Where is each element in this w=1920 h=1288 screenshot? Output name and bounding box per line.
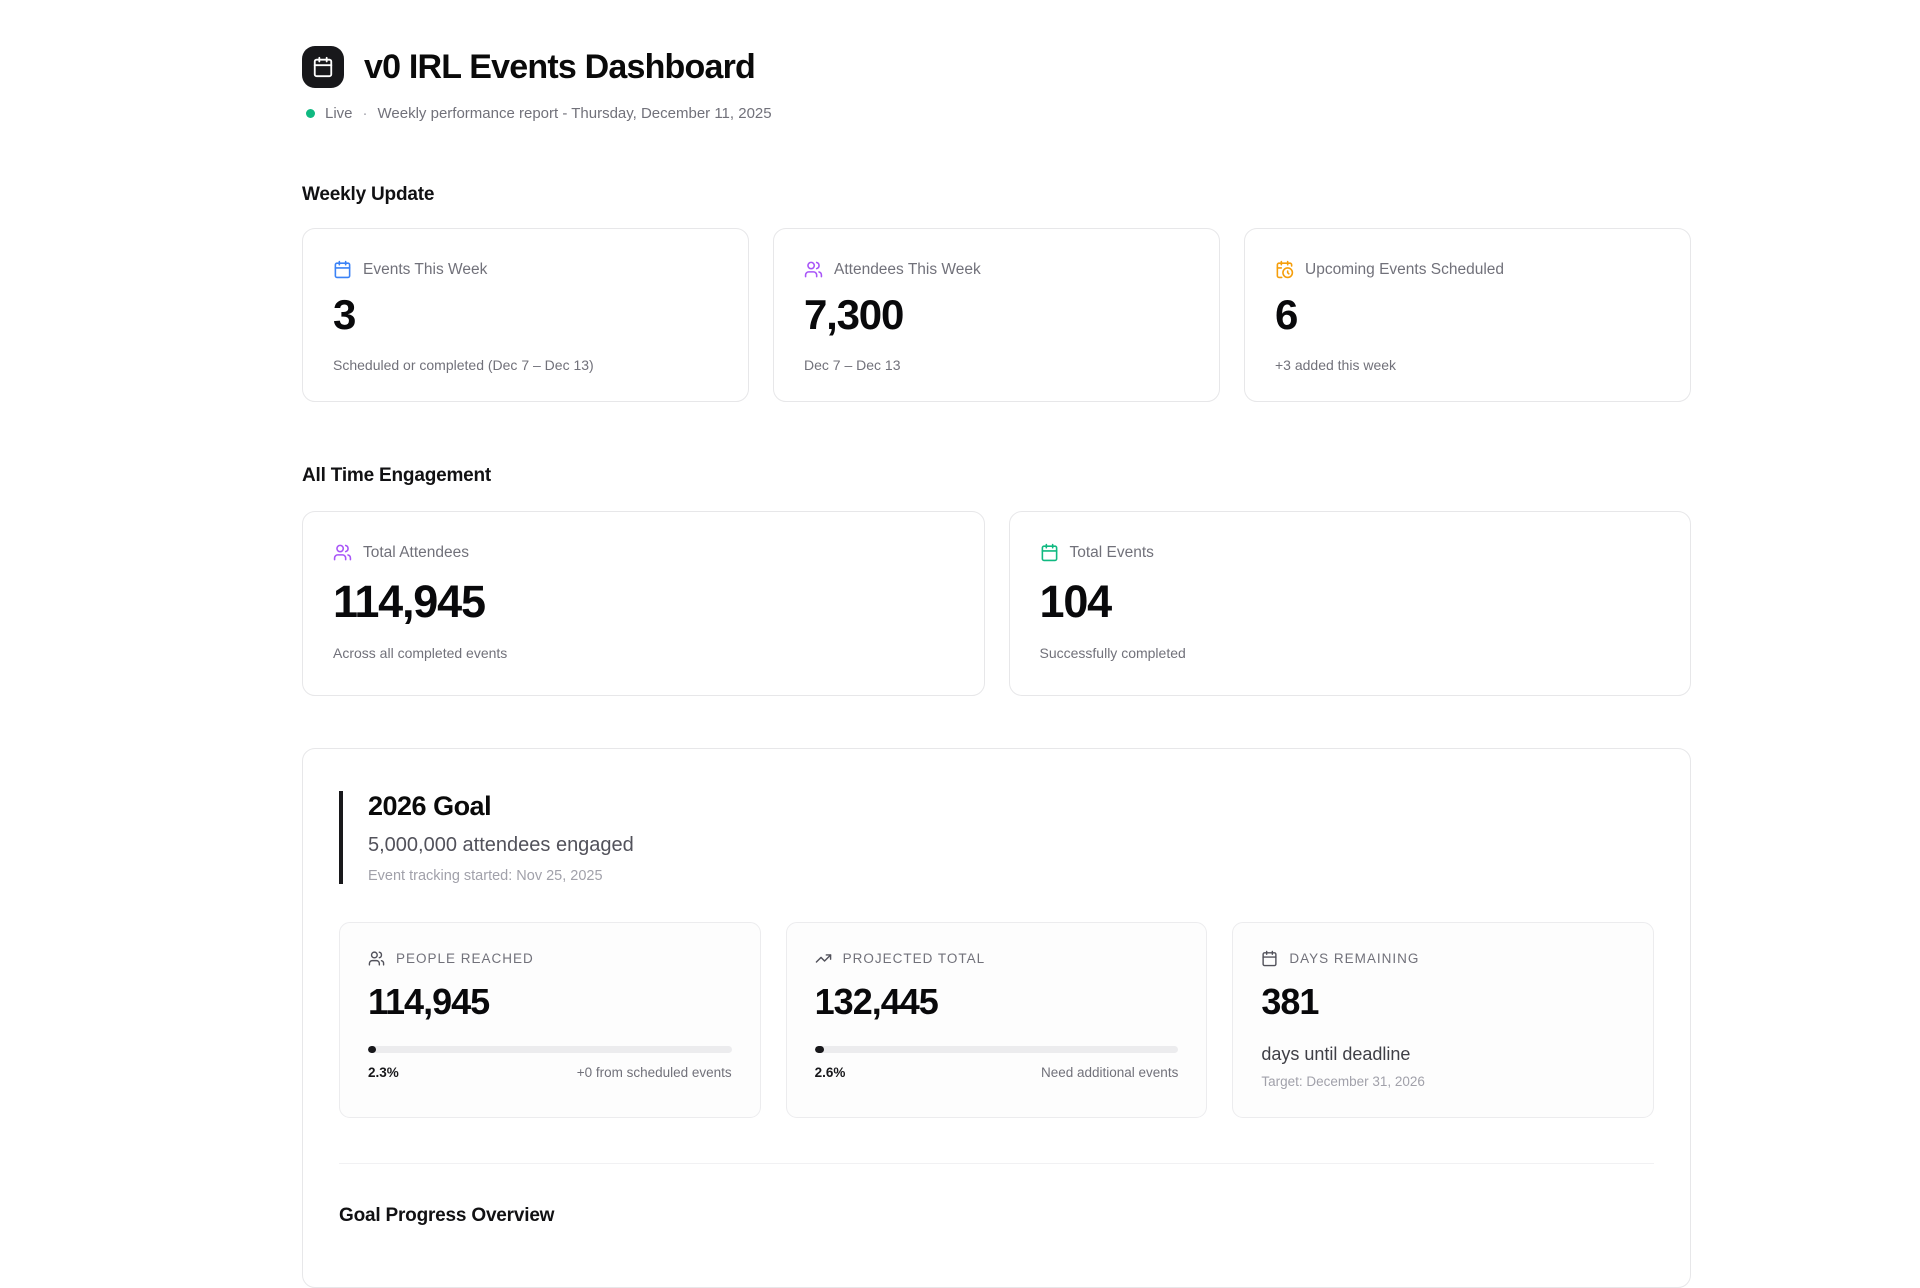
- card-label: Events This Week: [363, 261, 487, 279]
- progress-bar: [368, 1046, 732, 1053]
- card-caption: Across all completed events: [333, 645, 954, 661]
- status-separator: ·: [363, 105, 368, 122]
- calendar-icon: [1040, 543, 1059, 562]
- goal-stat-days-remaining: DAYS REMAINING 381 days until deadline T…: [1232, 922, 1654, 1118]
- page-title: v0 IRL Events Dashboard: [364, 48, 755, 87]
- goal-stats-row: PEOPLE REACHED 114,945 2.3% +0 from sche…: [339, 922, 1654, 1118]
- section-heading-all-time-engagement: All Time Engagement: [302, 465, 1691, 487]
- card-caption: Successfully completed: [1040, 645, 1661, 661]
- card-value: 7,300: [804, 294, 1189, 336]
- calendar-clock-icon: [1275, 260, 1294, 279]
- card-label: Attendees This Week: [834, 261, 981, 279]
- goal-stat-people-reached: PEOPLE REACHED 114,945 2.3% +0 from sche…: [339, 922, 761, 1118]
- goal-stat-note: +0 from scheduled events: [577, 1065, 732, 1080]
- progress-bar-fill: [815, 1046, 824, 1053]
- goal-stat-label-row: DAYS REMAINING: [1261, 950, 1625, 967]
- progress-bar: [815, 1046, 1179, 1053]
- card-label-row: Upcoming Events Scheduled: [1275, 260, 1660, 279]
- card-value: 3: [333, 294, 718, 336]
- users-icon: [368, 950, 385, 967]
- weekly-cards-row: Events This Week 3 Scheduled or complete…: [302, 228, 1691, 402]
- alltime-cards-row: Total Attendees 114,945 Across all compl…: [302, 511, 1691, 696]
- goal-tracking-note: Event tracking started: Nov 25, 2025: [368, 868, 1654, 884]
- card-label-row: Total Events: [1040, 543, 1661, 562]
- users-icon: [804, 260, 823, 279]
- goal-title: 2026 Goal: [368, 791, 1654, 822]
- stat-card-upcoming-events: Upcoming Events Scheduled 6 +3 added thi…: [1244, 228, 1691, 402]
- status-row: Live · Weekly performance report - Thurs…: [306, 105, 1691, 122]
- calendar-icon: [1261, 950, 1278, 967]
- app-logo: [302, 46, 344, 88]
- card-caption: Dec 7 – Dec 13: [804, 357, 1189, 373]
- card-label: Upcoming Events Scheduled: [1305, 261, 1504, 279]
- goal-stat-label-row: PEOPLE REACHED: [368, 950, 732, 967]
- users-icon: [333, 543, 352, 562]
- goal-stat-value: 132,445: [815, 984, 1179, 1020]
- goal-stat-meta: 2.3% +0 from scheduled events: [368, 1065, 732, 1080]
- card-value: 114,945: [333, 579, 954, 624]
- stat-card-total-events: Total Events 104 Successfully completed: [1009, 511, 1692, 696]
- card-label-row: Events This Week: [333, 260, 718, 279]
- goal-stat-value: 381: [1261, 984, 1625, 1020]
- trending-up-icon: [815, 950, 832, 967]
- stat-card-events-this-week: Events This Week 3 Scheduled or complete…: [302, 228, 749, 402]
- card-label: Total Attendees: [363, 544, 469, 562]
- goal-stat-target-date: Target: December 31, 2026: [1261, 1074, 1625, 1089]
- goal-progress-overview-heading: Goal Progress Overview: [339, 1205, 1654, 1227]
- goal-stat-note: Need additional events: [1041, 1065, 1178, 1080]
- progress-percent-label: 2.6%: [815, 1065, 846, 1080]
- goal-subtitle: 5,000,000 attendees engaged: [368, 834, 1654, 857]
- goal-stat-label: PEOPLE REACHED: [396, 951, 534, 966]
- calendar-icon: [312, 56, 334, 78]
- goal-header: 2026 Goal 5,000,000 attendees engaged Ev…: [339, 791, 1654, 884]
- divider: [339, 1163, 1654, 1164]
- card-label: Total Events: [1070, 544, 1154, 562]
- live-status-label: Live: [325, 105, 353, 122]
- goal-stat-label: PROJECTED TOTAL: [843, 951, 986, 966]
- goal-stat-projected-total: PROJECTED TOTAL 132,445 2.6% Need additi…: [786, 922, 1208, 1118]
- card-value: 6: [1275, 294, 1660, 336]
- progress-bar-fill: [368, 1046, 376, 1053]
- goal-stat-label: DAYS REMAINING: [1289, 951, 1419, 966]
- stat-card-attendees-this-week: Attendees This Week 7,300 Dec 7 – Dec 13: [773, 228, 1220, 402]
- page-header: v0 IRL Events Dashboard: [302, 46, 1691, 88]
- card-caption: Scheduled or completed (Dec 7 – Dec 13): [333, 357, 718, 373]
- card-label-row: Attendees This Week: [804, 260, 1189, 279]
- calendar-icon: [333, 260, 352, 279]
- card-value: 104: [1040, 579, 1661, 624]
- goal-stat-note: days until deadline: [1261, 1044, 1625, 1065]
- live-status-dot: [306, 109, 315, 118]
- progress-percent-label: 2.3%: [368, 1065, 399, 1080]
- card-label-row: Total Attendees: [333, 543, 954, 562]
- goal-stat-label-row: PROJECTED TOTAL: [815, 950, 1179, 967]
- dashboard-page: v0 IRL Events Dashboard Live · Weekly pe…: [302, 0, 1691, 1288]
- stat-card-total-attendees: Total Attendees 114,945 Across all compl…: [302, 511, 985, 696]
- card-caption: +3 added this week: [1275, 357, 1660, 373]
- section-heading-weekly-update: Weekly Update: [302, 184, 1691, 206]
- report-subtitle: Weekly performance report - Thursday, De…: [378, 105, 772, 122]
- goal-stat-meta: 2.6% Need additional events: [815, 1065, 1179, 1080]
- goal-stat-value: 114,945: [368, 984, 732, 1020]
- goal-card-2026: 2026 Goal 5,000,000 attendees engaged Ev…: [302, 748, 1691, 1288]
